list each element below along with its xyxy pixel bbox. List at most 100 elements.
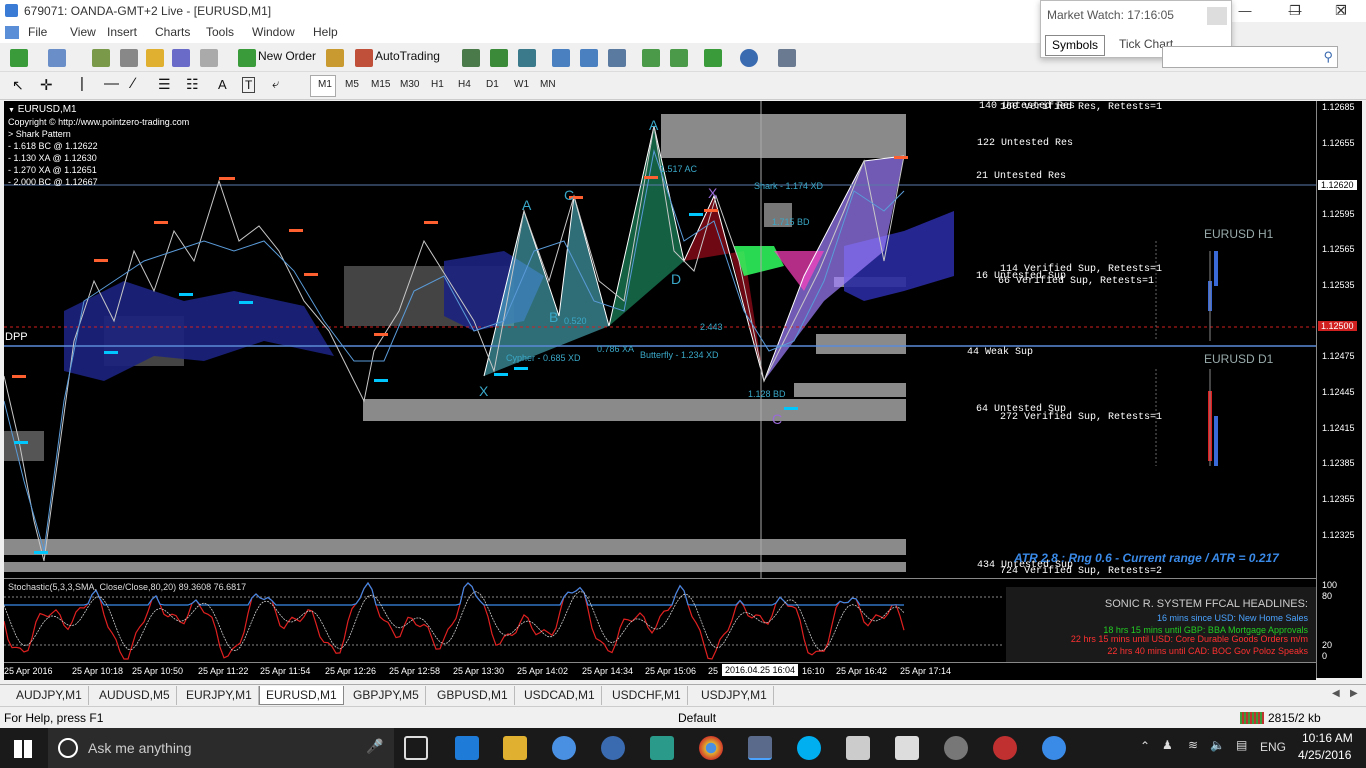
templates-icon[interactable] <box>778 49 796 67</box>
timeframe-w1[interactable]: W1 <box>510 77 533 92</box>
timeframe-h1[interactable]: H1 <box>427 77 448 92</box>
periods-icon[interactable] <box>740 49 758 67</box>
edge-icon[interactable] <box>455 736 479 760</box>
fibonacci-icon[interactable]: ☷ <box>186 76 199 93</box>
arrows-icon[interactable]: ⤶ <box>272 76 279 92</box>
time-tick: 25 Apr 10:18 <box>72 666 124 676</box>
close-window-button[interactable]: ✕ <box>1318 0 1364 22</box>
skype-icon[interactable] <box>797 736 821 760</box>
metaeditor-icon[interactable] <box>326 49 344 67</box>
chrome-icon[interactable] <box>699 736 723 760</box>
timeframe-h4[interactable]: H4 <box>454 77 475 92</box>
tab-usdjpy[interactable]: USDJPY,M1 <box>695 686 774 705</box>
task-view-icon[interactable] <box>404 736 428 760</box>
label-icon[interactable]: T <box>242 77 256 93</box>
autotrading-button[interactable]: AutoTrading <box>375 49 440 63</box>
time-tick: 25 Apr 2016 <box>4 666 53 676</box>
show-hidden-icons[interactable]: ⌃ <box>1140 739 1150 753</box>
zoom-in-icon[interactable] <box>552 49 570 67</box>
search-placeholder: Ask me anything <box>88 740 192 756</box>
clock-time[interactable]: 10:16 AM <box>1302 731 1353 745</box>
navigator-icon[interactable] <box>146 49 164 67</box>
tab-gbpjpy[interactable]: GBPJPY,M5 <box>347 686 426 705</box>
metatrader-icon[interactable] <box>748 736 772 760</box>
microphone-icon[interactable]: 🎤 <box>366 738 383 755</box>
tab-usdchf[interactable]: USDCHF,M1 <box>606 686 688 705</box>
autoscroll-icon[interactable] <box>670 49 688 67</box>
app-icon[interactable] <box>1042 736 1066 760</box>
app-icon[interactable] <box>601 736 625 760</box>
people-icon[interactable]: ♟ <box>1162 738 1173 752</box>
market-watch-icon[interactable] <box>92 49 110 67</box>
text-icon[interactable]: A <box>218 77 227 92</box>
bar-chart-icon[interactable] <box>462 49 480 67</box>
timeframe-mn[interactable]: MN <box>536 77 560 92</box>
price-chart[interactable]: ▼ EURUSD,M1 Copyright © http://www.point… <box>4 101 1316 578</box>
price-tick: 1.12355 <box>1322 494 1355 504</box>
time-tick: 25 Apr 17:14 <box>900 666 952 676</box>
market-watch-close-button[interactable] <box>1207 7 1227 25</box>
data-window-icon[interactable] <box>120 49 138 67</box>
candlestick-icon[interactable] <box>490 49 508 67</box>
crosshair-icon[interactable]: ✛ <box>40 76 53 94</box>
menu-window[interactable]: Window <box>252 25 295 39</box>
search-icon[interactable]: ⚲ <box>1323 49 1333 65</box>
photos-icon[interactable] <box>846 736 870 760</box>
stochastic-pane[interactable]: Stochastic(5,3,3,SMA, Close/Close,80,20)… <box>4 578 1316 662</box>
new-chart-icon[interactable] <box>10 49 28 67</box>
file-explorer-icon[interactable] <box>503 736 527 760</box>
cursor-icon[interactable]: ↖ <box>12 77 24 94</box>
tab-eurjpy[interactable]: EURJPY,M1 <box>180 686 259 705</box>
tab-eurusd-active[interactable]: EURUSD,M1 <box>259 686 344 705</box>
timeframe-m30[interactable]: M30 <box>396 77 423 92</box>
terminal-icon[interactable] <box>172 49 190 67</box>
timeframe-d1[interactable]: D1 <box>482 77 503 92</box>
restore-button[interactable]: ❐ <box>1272 0 1318 22</box>
line-chart-icon[interactable] <box>518 49 536 67</box>
tab-audusd[interactable]: AUDUSD,M5 <box>93 686 177 705</box>
app-icon[interactable] <box>552 736 576 760</box>
network-icon[interactable]: ≋ <box>1188 738 1198 752</box>
strategy-tester-icon[interactable] <box>200 49 218 67</box>
vertical-line-icon[interactable]: | <box>80 75 84 92</box>
calculator-icon[interactable] <box>895 736 919 760</box>
zoom-out-icon[interactable] <box>580 49 598 67</box>
cortana-search[interactable]: Ask me anything 🎤 <box>48 728 394 768</box>
clock-date[interactable]: 4/25/2016 <box>1298 748 1351 762</box>
tab-audjpy[interactable]: AUDJPY,M1 <box>10 686 89 705</box>
timeframe-m5[interactable]: M5 <box>341 77 363 92</box>
tab-usdcad[interactable]: USDCAD,M1 <box>518 686 602 705</box>
menu-help[interactable]: Help <box>313 25 338 39</box>
notifications-icon[interactable]: ▤ <box>1236 738 1247 752</box>
indicators-icon[interactable] <box>704 49 722 67</box>
menu-tools[interactable]: Tools <box>206 25 234 39</box>
new-order-button[interactable]: New Order <box>258 49 316 63</box>
start-icon[interactable] <box>14 740 32 758</box>
time-tick: 25 Apr 16:42 <box>836 666 888 676</box>
horizontal-line-icon[interactable]: — <box>104 75 119 92</box>
tab-scroll-right-icon[interactable]: ▶ <box>1350 688 1358 699</box>
profiles-icon[interactable] <box>48 49 66 67</box>
menu-view[interactable]: View <box>70 25 96 39</box>
timeframe-m15[interactable]: M15 <box>367 77 394 92</box>
app-icon[interactable] <box>944 736 968 760</box>
menu-file[interactable]: File <box>28 25 47 39</box>
tab-gbpusd[interactable]: GBPUSD,M1 <box>431 686 515 705</box>
new-order-icon[interactable] <box>238 49 256 67</box>
timeframe-m1[interactable]: M1 <box>314 77 336 92</box>
tile-windows-icon[interactable] <box>608 49 626 67</box>
tab-scroll-left-icon[interactable]: ◀ <box>1332 688 1340 699</box>
menu-insert[interactable]: Insert <box>107 25 137 39</box>
headline-item: 22 hrs 15 mins until USD: Core Durable G… <box>1070 634 1308 644</box>
search-input[interactable]: ⚲ <box>1162 46 1338 68</box>
menu-charts[interactable]: Charts <box>155 25 190 39</box>
channel-icon[interactable]: ☰ <box>158 76 171 93</box>
app-icon[interactable] <box>993 736 1017 760</box>
chart-shift-icon[interactable] <box>642 49 660 67</box>
trendline-icon[interactable]: ∕ <box>132 75 135 92</box>
tab-symbols[interactable]: Symbols <box>1045 35 1106 56</box>
volume-icon[interactable]: 🔈 <box>1210 738 1225 752</box>
autotrading-icon[interactable] <box>355 49 373 67</box>
app-icon[interactable] <box>650 736 674 760</box>
language-indicator[interactable]: ENG <box>1260 740 1286 754</box>
